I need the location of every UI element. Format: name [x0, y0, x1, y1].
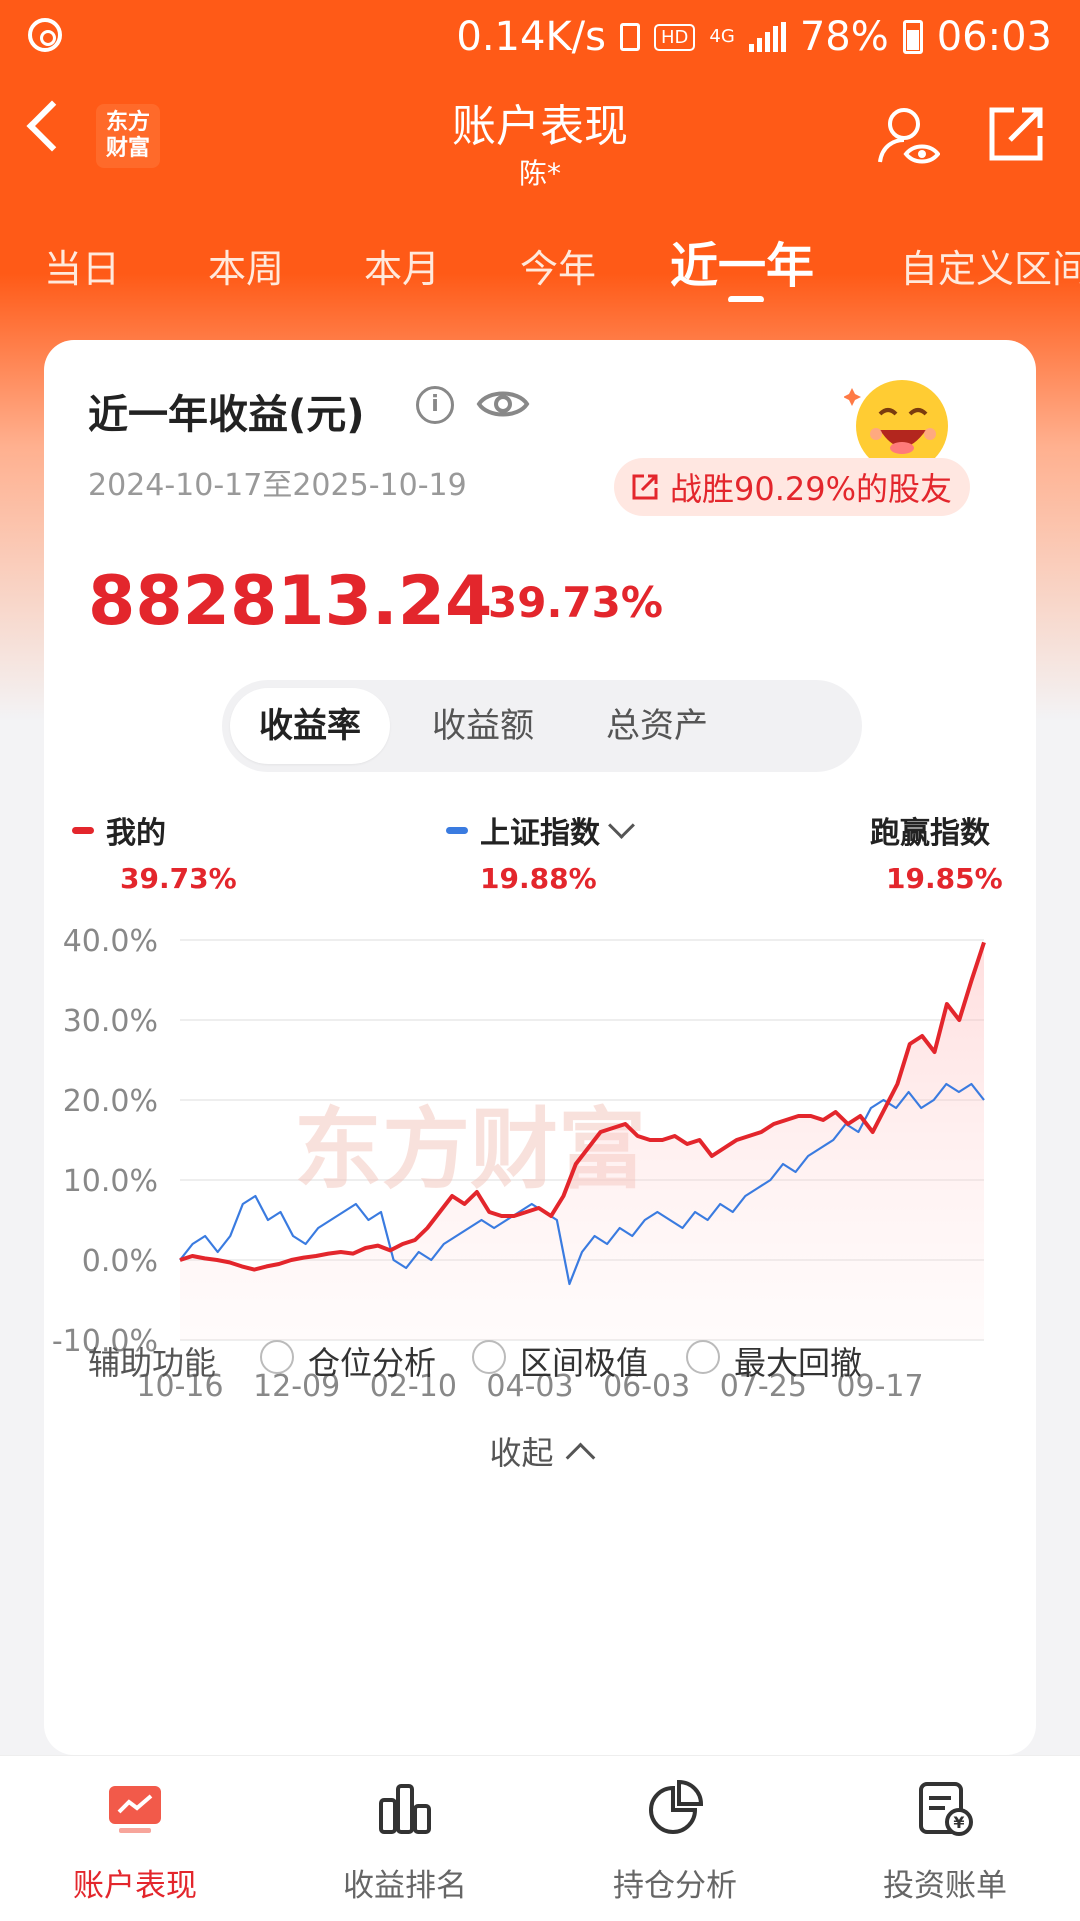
bill-icon: ¥: [919, 1782, 973, 1836]
share-icon[interactable]: [986, 104, 1046, 164]
active-tab-indicator: [728, 296, 764, 302]
chart-screen-icon: [109, 1786, 161, 1833]
tab-last-year[interactable]: 近一年: [670, 226, 814, 296]
nav-return-ranking[interactable]: 收益排名: [270, 1756, 540, 1921]
bar-chart-icon: [379, 1784, 431, 1834]
metric-segmented-control: 收益率 收益额 总资产: [222, 680, 862, 772]
nav-label: 账户表现: [73, 1868, 197, 1904]
nav-account-performance[interactable]: 账户表现: [0, 1756, 270, 1921]
nav-label: 收益排名: [343, 1868, 467, 1904]
pie-chart-icon: [649, 1779, 704, 1834]
y-tick-label: 30.0%: [63, 1004, 158, 1039]
tab-custom-range[interactable]: 自定义区间: [900, 238, 1080, 293]
user-privacy-icon[interactable]: [876, 104, 940, 168]
nav-investment-bill[interactable]: ¥ 投资账单: [810, 1756, 1080, 1921]
range-extreme-radio[interactable]: [472, 1340, 506, 1374]
beat-text: 战胜90.29%的股友: [670, 470, 953, 508]
profit-percent: 39.73%: [488, 578, 663, 627]
y-tick-label: 20.0%: [63, 1084, 158, 1119]
tab-year[interactable]: 今年: [520, 238, 596, 293]
hd-badge: HD: [654, 23, 696, 51]
battery-percent: 78%: [799, 14, 889, 60]
legend-mine-marker: [72, 826, 94, 834]
legend-index-marker: [446, 826, 468, 834]
battery-icon: [902, 20, 923, 54]
legend-outperform-label: 跑赢指数: [870, 816, 990, 851]
signal-icon: [748, 22, 786, 52]
card-title: 近一年收益(元): [88, 392, 365, 438]
legend-index-value: 19.88%: [480, 862, 597, 895]
position-analysis-radio[interactable]: [260, 1340, 294, 1374]
clock: 06:03: [936, 14, 1052, 60]
range-extreme-label[interactable]: 区间极值: [520, 1338, 648, 1384]
share-small-icon: [632, 474, 658, 500]
max-drawdown-radio[interactable]: [686, 1340, 720, 1374]
legend-mine: 我的: [72, 808, 166, 852]
position-analysis-label[interactable]: 仓位分析: [308, 1338, 436, 1384]
recycle-icon: [620, 23, 640, 51]
collapse-label: 收起: [489, 1434, 554, 1472]
network-speed: 0.14K/s: [456, 14, 606, 60]
y-tick-label: 40.0%: [63, 924, 158, 959]
tab-month[interactable]: 本月: [364, 238, 440, 293]
network-type: 4G: [709, 26, 735, 47]
performance-card: 近一年收益(元) i 2024-10-17至2025-10-19 战胜90.29…: [44, 340, 1036, 1755]
tab-week[interactable]: 本周: [208, 238, 284, 293]
app-status-icon: [28, 18, 62, 52]
status-bar: 0.14K/s HD 4G 78% 06:03: [0, 0, 1080, 76]
info-icon[interactable]: i: [416, 386, 454, 424]
segment-total-assets[interactable]: 总资产: [572, 688, 742, 764]
chevron-down-icon: [608, 811, 635, 839]
segment-return-amount[interactable]: 收益额: [398, 688, 568, 764]
nav-label: 投资账单: [883, 1868, 1007, 1904]
profit-value: 882813.24: [88, 562, 493, 641]
max-drawdown-label[interactable]: 最大回撤: [734, 1338, 862, 1384]
legend-mine-label: 我的: [106, 816, 166, 851]
eye-icon[interactable]: [476, 384, 530, 424]
y-tick-label: 10.0%: [63, 1164, 158, 1199]
aux-label: 辅助功能: [88, 1344, 217, 1382]
legend-index-label: 上证指数: [480, 816, 600, 851]
legend-mine-value: 39.73%: [120, 862, 237, 895]
period-tabs: 当日 本周 本月 今年 近一年 自定义区间: [0, 222, 1080, 302]
svg-text:¥: ¥: [953, 1813, 964, 1832]
legend-index-selector[interactable]: 上证指数: [446, 808, 635, 852]
aux-functions: 辅助功能 仓位分析 区间极值 最大回撤: [44, 1330, 1036, 1390]
beat-ranking-badge[interactable]: 战胜90.29%的股友: [614, 458, 971, 516]
nav-holding-analysis[interactable]: 持仓分析: [540, 1756, 810, 1921]
y-tick-label: 0.0%: [82, 1244, 158, 1279]
nav-label: 持仓分析: [613, 1868, 737, 1904]
bottom-navigation: 账户表现 收益排名 持仓分析 ¥ 投资账单: [0, 1755, 1080, 1921]
collapse-button[interactable]: 收起: [44, 1428, 1036, 1474]
tab-today[interactable]: 当日: [44, 238, 120, 293]
legend-outperform-value: 19.85%: [886, 862, 1003, 895]
chevron-up-icon: [565, 1442, 595, 1472]
segment-return-rate[interactable]: 收益率: [230, 688, 390, 764]
date-range: 2024-10-17至2025-10-19: [88, 468, 467, 503]
